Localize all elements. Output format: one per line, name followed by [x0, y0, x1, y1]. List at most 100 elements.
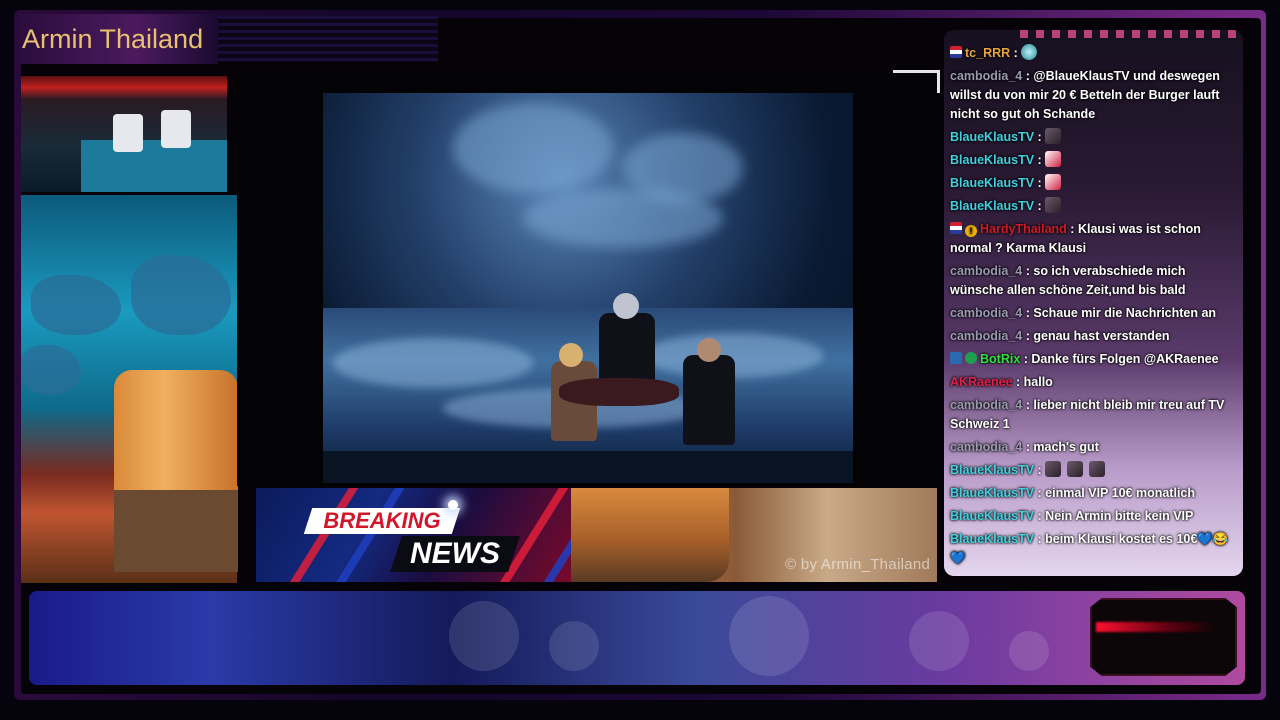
chat-separator: :	[1034, 130, 1046, 144]
warning-icon: !	[965, 225, 977, 237]
verified-icon	[965, 352, 977, 364]
video-figure-head	[697, 338, 721, 362]
news-label-box: NEWS	[390, 536, 520, 572]
chat-text: Danke fürs Folgen @AKRaenee	[1031, 352, 1219, 366]
chat-username[interactable]: BlaueKlausTV	[950, 153, 1034, 167]
chat-text: einmal VIP 10€ monatlich	[1045, 486, 1196, 500]
video-stage-floor	[323, 451, 853, 483]
chat-message: BlaueKlausTV :	[950, 128, 1237, 147]
chat-username[interactable]: BlaueKlausTV	[950, 199, 1034, 213]
video-cloud	[523, 188, 723, 248]
bokeh-dot	[449, 601, 519, 671]
chat-username[interactable]: cambodia_4	[950, 69, 1022, 83]
chat-text: hallo	[1023, 375, 1053, 389]
chat-message: BlaueKlausTV :	[950, 151, 1237, 170]
chat-separator: :	[1012, 375, 1024, 389]
video-corner-accent	[893, 70, 940, 93]
chat-message: ! HardyThailand : Klausi was ist schon no…	[950, 220, 1237, 258]
emote	[1045, 461, 1062, 477]
studio-chair	[161, 110, 191, 148]
breaking-label: BREAKING	[323, 508, 441, 533]
chat-message: cambodia_4 : mach's gut	[950, 438, 1237, 457]
watermark: © by Armin_Thailand	[785, 556, 931, 573]
flag-icon	[950, 46, 962, 58]
chat-message: BlaueKlausTV :	[950, 197, 1237, 216]
chat-username[interactable]: tc_RRR	[965, 46, 1010, 60]
chat-separator: :	[1022, 398, 1034, 412]
world-map-shape	[31, 275, 121, 335]
chat-separator: :	[1020, 352, 1032, 366]
chat-message: tc_RRR :	[950, 44, 1237, 63]
chat-username[interactable]: BlaueKlausTV	[950, 176, 1034, 190]
bot-icon	[950, 352, 962, 364]
chat-message: BlaueKlausTV :	[950, 461, 1237, 480]
chat-separator: :	[1022, 69, 1034, 83]
chat-text: mach's gut	[1033, 440, 1099, 454]
news-label: NEWS	[410, 537, 500, 570]
streamer-name-label: Armin Thailand	[16, 14, 218, 64]
chat-username[interactable]: cambodia_4	[950, 398, 1022, 412]
emote	[1045, 197, 1062, 213]
bokeh-dot	[909, 611, 969, 671]
banner-stripe	[519, 488, 571, 582]
chat-username[interactable]: cambodia_4	[950, 440, 1022, 454]
chat-username[interactable]: cambodia_4	[950, 329, 1022, 343]
emote	[1089, 461, 1106, 477]
chat-username[interactable]: BlaueKlausTV	[950, 486, 1034, 500]
chat-text: genau hast verstanden	[1033, 329, 1170, 343]
chat-text: Schaue mir die Nachrichten an	[1033, 306, 1217, 320]
studio-thumbnail	[21, 76, 227, 192]
chat-separator: :	[1034, 486, 1046, 500]
chat-username[interactable]: BlaueKlausTV	[950, 532, 1034, 546]
chat-separator: :	[1022, 264, 1034, 278]
chat-username[interactable]: cambodia_4	[950, 306, 1022, 320]
bokeh-dot	[549, 621, 599, 671]
chat-separator: :	[1034, 532, 1046, 546]
chat-message: cambodia_4 : Schaue mir die Nachrichten …	[950, 304, 1237, 323]
video-cloud	[453, 103, 613, 193]
world-map-shape	[21, 345, 81, 395]
chat-message: cambodia_4 : lieber nicht bleib mir treu…	[950, 396, 1237, 434]
chat-username[interactable]: BlaueKlausTV	[950, 463, 1034, 477]
studio-floor	[81, 140, 227, 192]
webcam-light	[1096, 622, 1216, 632]
chat-message: BlaueKlausTV : beim Klausi kostet es 10€…	[950, 530, 1237, 568]
lens-flare-icon	[448, 500, 458, 510]
chat-text: Nein Armin bitte kein VIP	[1045, 509, 1194, 523]
chat-separator: :	[1034, 199, 1046, 213]
chat-panel[interactable]: tc_RRR : cambodia_4 : @BlaueKlausTV und …	[944, 30, 1243, 576]
chat-separator: :	[1034, 176, 1046, 190]
video-wave	[333, 338, 533, 388]
emote-red	[1045, 174, 1062, 190]
chat-username[interactable]: HardyThailand	[980, 222, 1067, 236]
flag-icon	[950, 222, 962, 234]
chat-message: BotRix : Danke fürs Folgen @AKRaenee	[950, 350, 1237, 369]
bottom-info-bar	[29, 591, 1245, 685]
chat-separator: :	[1022, 440, 1034, 454]
studio-desk-view: © by Armin_Thailand	[571, 488, 937, 582]
chat-message-list: tc_RRR : cambodia_4 : @BlaueKlausTV und …	[950, 44, 1237, 572]
breaking-news-banner: BREAKING NEWS	[256, 488, 571, 582]
chat-message: cambodia_4 : so ich verabschiede mich wü…	[950, 262, 1237, 300]
studio-chair	[113, 114, 143, 152]
bokeh-dot	[729, 596, 809, 676]
chat-message: cambodia_4 : @BlaueKlausTV und deswegen …	[950, 67, 1237, 124]
chat-separator: :	[1010, 46, 1022, 60]
chat-top-decoration	[1020, 30, 1242, 38]
chat-username[interactable]: AKRaenee	[950, 375, 1013, 389]
chat-username[interactable]: cambodia_4	[950, 264, 1022, 278]
chat-message: AKRaenee : hallo	[950, 373, 1237, 392]
chat-username[interactable]: BlaueKlausTV	[950, 130, 1034, 144]
emote-red	[1045, 151, 1062, 167]
breaking-label-box: BREAKING	[303, 508, 461, 534]
emote	[1045, 128, 1062, 144]
webcam-feed	[1090, 598, 1237, 676]
chat-username[interactable]: BotRix	[980, 352, 1020, 366]
news-desk-base	[114, 490, 238, 572]
video-figure-head	[559, 343, 583, 367]
video-frame	[323, 93, 853, 483]
video-table	[559, 378, 679, 406]
chat-username[interactable]: BlaueKlausTV	[950, 509, 1034, 523]
world-map-shape	[131, 255, 231, 335]
title-stripes	[218, 16, 438, 62]
